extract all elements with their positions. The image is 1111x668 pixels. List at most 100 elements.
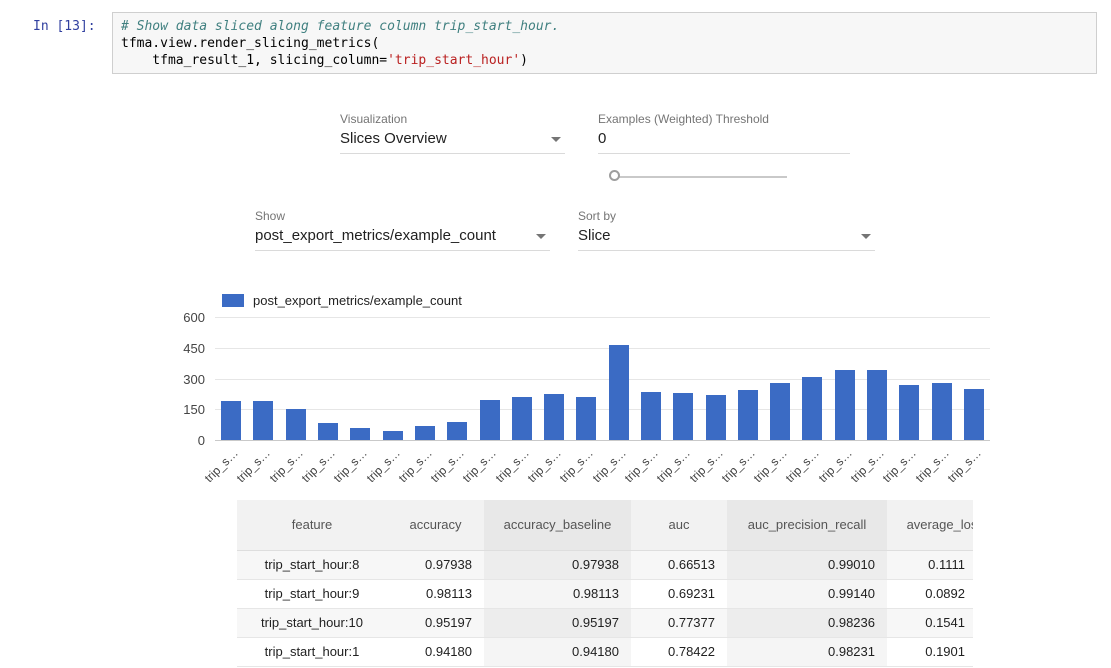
chart-legend: post_export_metrics/example_count: [222, 293, 462, 308]
bar-slot: [376, 317, 408, 440]
table-cell: trip_start_hour:8: [237, 550, 387, 579]
table-cell: 0.99010: [727, 550, 887, 579]
bar-slot: [699, 317, 731, 440]
table-cell: 0.94180: [387, 637, 484, 666]
table-row[interactable]: trip_start_hour:80.979380.979380.665130.…: [237, 550, 973, 579]
chart-bar[interactable]: [383, 431, 403, 440]
bar-chart: [215, 317, 990, 440]
chart-bar[interactable]: [447, 422, 467, 440]
sort-by-select[interactable]: Slice: [578, 225, 875, 251]
table-cell: 0.98231: [727, 637, 887, 666]
bar-slot: [280, 317, 312, 440]
table-cell: 0.0892: [887, 579, 973, 608]
bar-slot: [926, 317, 958, 440]
chart-bar[interactable]: [738, 390, 758, 440]
table-cell: 0.98113: [484, 579, 631, 608]
chart-bar[interactable]: [253, 401, 273, 440]
y-axis-label: 0: [165, 433, 205, 448]
chart-bar[interactable]: [609, 345, 629, 440]
chart-bar[interactable]: [286, 409, 306, 440]
bar-slot: [538, 317, 570, 440]
visualization-select[interactable]: Slices Overview: [340, 128, 565, 154]
chevron-down-icon: [551, 137, 561, 142]
bar-slot: [893, 317, 925, 440]
bar-slot: [829, 317, 861, 440]
table-cell: 0.97938: [484, 550, 631, 579]
code-cell[interactable]: # Show data sliced along feature column …: [112, 12, 1097, 74]
code-line: tfma.view.render_slicing_metrics(: [121, 35, 1088, 52]
table-row[interactable]: trip_start_hour:90.981130.981130.692310.…: [237, 579, 973, 608]
chart-bar[interactable]: [964, 389, 984, 440]
table-header-cell: auc: [631, 500, 727, 550]
bar-slot: [732, 317, 764, 440]
table-cell: 0.1901: [887, 637, 973, 666]
table-cell: 0.1111: [887, 550, 973, 579]
chart-bar[interactable]: [802, 377, 822, 440]
y-axis-label: 600: [165, 310, 205, 325]
bar-slot: [603, 317, 635, 440]
chart-bar[interactable]: [641, 392, 661, 440]
table-cell: 0.66513: [631, 550, 727, 579]
bar-slot: [958, 317, 990, 440]
chart-bar[interactable]: [512, 397, 532, 440]
bar-slot: [764, 317, 796, 440]
chart-bar[interactable]: [867, 370, 887, 440]
table-cell: trip_start_hour:1: [237, 637, 387, 666]
chevron-down-icon: [861, 234, 871, 239]
table-cell: 0.1541: [887, 608, 973, 637]
bar-slot: [215, 317, 247, 440]
legend-label: post_export_metrics/example_count: [253, 293, 462, 308]
chart-bar[interactable]: [350, 428, 370, 440]
chart-bar[interactable]: [544, 394, 564, 440]
bar-slot: [796, 317, 828, 440]
bar-slot: [861, 317, 893, 440]
threshold-value: 0: [598, 130, 606, 147]
table-cell: 0.95197: [484, 608, 631, 637]
visualization-value: Slices Overview: [340, 130, 447, 147]
bar-slot: [247, 317, 279, 440]
bar-slot: [506, 317, 538, 440]
sort-by-value: Slice: [578, 227, 611, 244]
code-line: tfma_result_1, slicing_column='trip_star…: [121, 52, 1088, 69]
code-string: 'trip_start_hour': [387, 53, 520, 68]
table-cell: 0.94180: [484, 637, 631, 666]
slider-track[interactable]: [617, 176, 787, 178]
y-axis-label: 300: [165, 372, 205, 387]
visualization-label: Visualization: [340, 112, 407, 126]
table-cell: 0.69231: [631, 579, 727, 608]
table-cell: 0.98113: [387, 579, 484, 608]
slider-knob[interactable]: [609, 170, 620, 181]
bar-slot: [667, 317, 699, 440]
bar-slot: [344, 317, 376, 440]
table-cell: 0.77377: [631, 608, 727, 637]
bar-slot: [409, 317, 441, 440]
threshold-input[interactable]: 0: [598, 128, 850, 154]
chart-bar[interactable]: [480, 400, 500, 440]
chart-bar[interactable]: [318, 423, 338, 440]
chart-bar[interactable]: [673, 393, 693, 440]
table-cell: trip_start_hour:9: [237, 579, 387, 608]
threshold-slider[interactable]: [609, 170, 787, 184]
table-row[interactable]: trip_start_hour:10.941800.941800.784220.…: [237, 637, 973, 666]
table-cell: 0.97938: [387, 550, 484, 579]
chart-bar[interactable]: [899, 385, 919, 440]
table-cell: 0.95197: [387, 608, 484, 637]
chart-bar[interactable]: [835, 370, 855, 440]
chart-bar[interactable]: [706, 395, 726, 440]
chart-bar[interactable]: [770, 383, 790, 440]
legend-swatch: [222, 294, 244, 307]
code-comment: # Show data sliced along feature column …: [121, 18, 1088, 35]
table-cell: trip_start_hour:10: [237, 608, 387, 637]
table-cell: 0.99140: [727, 579, 887, 608]
y-axis-label: 150: [165, 402, 205, 417]
chart-bar[interactable]: [932, 383, 952, 440]
chart-bar[interactable]: [221, 401, 241, 440]
chart-bar[interactable]: [576, 397, 596, 440]
gridline: [215, 440, 990, 441]
threshold-label: Examples (Weighted) Threshold: [598, 112, 769, 126]
show-select[interactable]: post_export_metrics/example_count: [255, 225, 550, 251]
chart-bar[interactable]: [415, 426, 435, 440]
y-axis-label: 450: [165, 341, 205, 356]
show-label: Show: [255, 209, 285, 223]
table-row[interactable]: trip_start_hour:100.951970.951970.773770…: [237, 608, 973, 637]
